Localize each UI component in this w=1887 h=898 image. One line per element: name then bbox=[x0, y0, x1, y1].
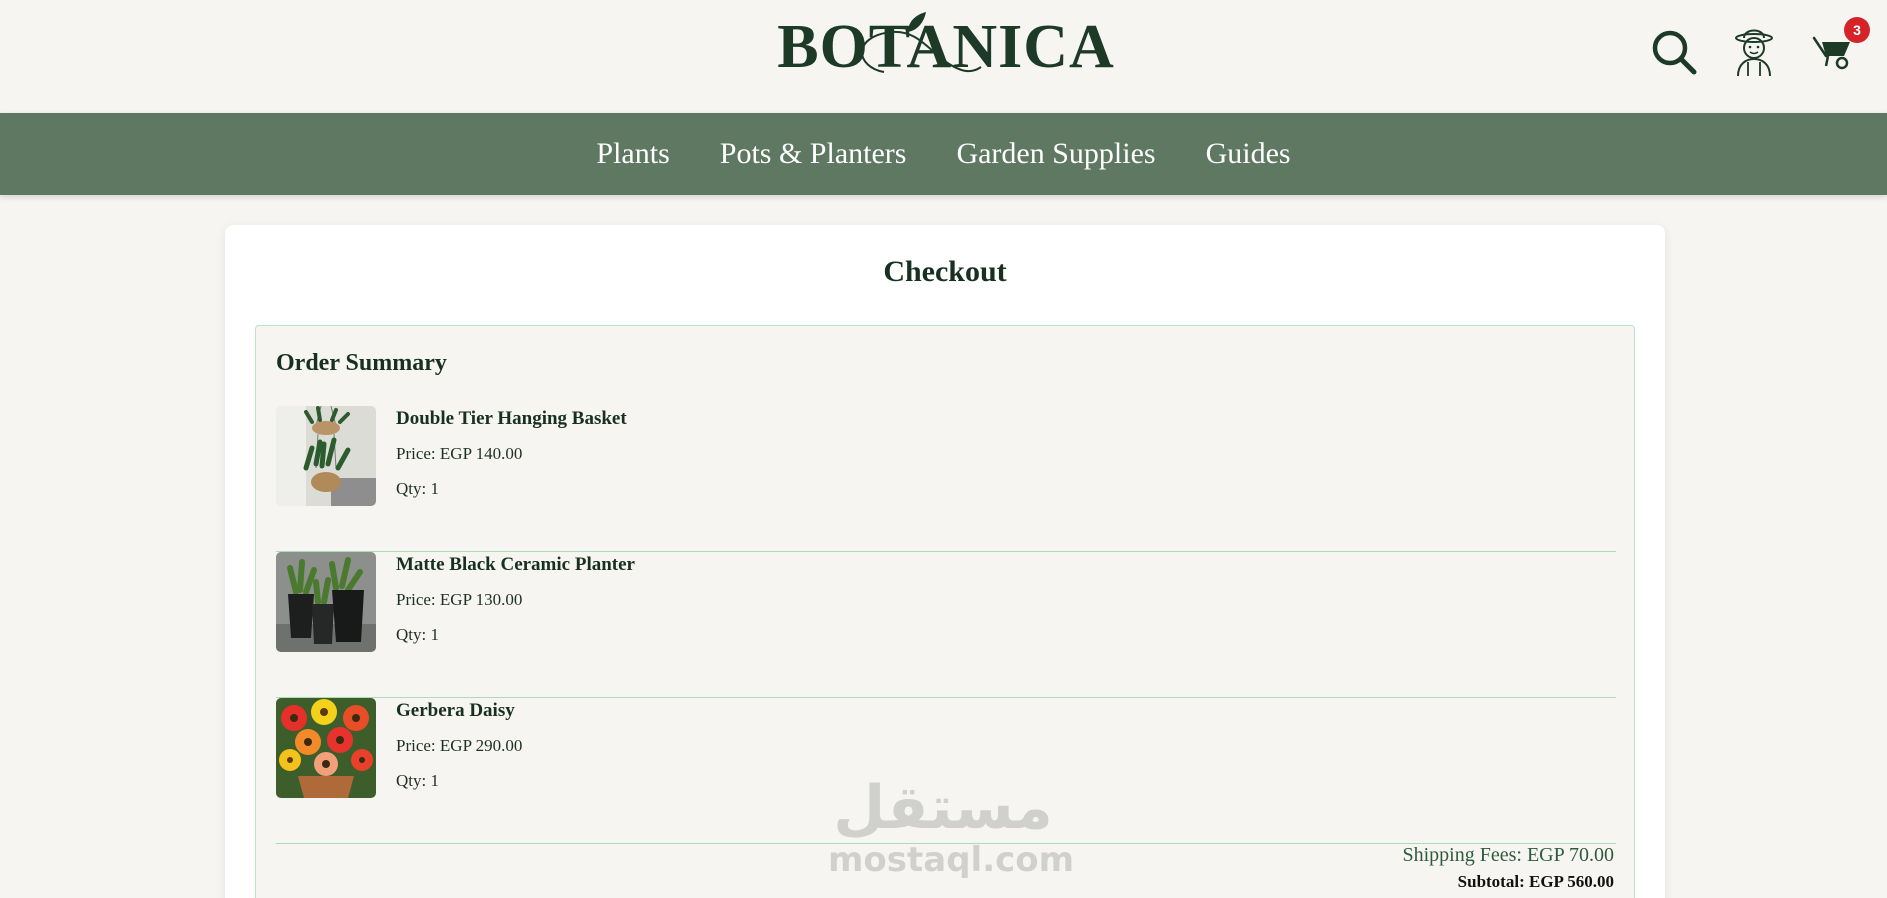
search-icon[interactable] bbox=[1646, 24, 1702, 80]
order-item: Gerbera Daisy Price: EGP 290.00 Qty: 1 bbox=[276, 698, 1616, 844]
item-qty: Qty: 1 bbox=[396, 479, 439, 498]
brand-logo[interactable]: BOTANICA bbox=[777, 12, 1114, 82]
item-name: Gerbera Daisy bbox=[396, 700, 515, 721]
brand-name: BOTANICA bbox=[777, 12, 1115, 81]
shipping-fees: Shipping Fees: EGP 70.00 bbox=[1402, 844, 1615, 866]
order-item: Matte Black Ceramic Planter Price: EGP 1… bbox=[276, 552, 1616, 698]
main-nav: Plants Pots & Planters Garden Supplies G… bbox=[0, 113, 1887, 195]
nav-item-guides[interactable]: Guides bbox=[1206, 137, 1291, 171]
nav-item-pots-planters[interactable]: Pots & Planters bbox=[720, 137, 907, 171]
item-name: Matte Black Ceramic Planter bbox=[396, 554, 635, 575]
cart-count-badge: 3 bbox=[1844, 17, 1870, 43]
order-item: Double Tier Hanging Basket Price: EGP 14… bbox=[276, 406, 1616, 552]
item-price: Price: EGP 290.00 bbox=[396, 736, 523, 755]
product-image-hanging-basket bbox=[276, 406, 376, 506]
page-title: Checkout bbox=[883, 255, 1007, 288]
subtotal: Subtotal: EGP 560.00 bbox=[1457, 872, 1614, 891]
order-summary-title: Order Summary bbox=[276, 350, 447, 376]
gardener-avatar-icon[interactable] bbox=[1726, 24, 1782, 80]
item-name: Double Tier Hanging Basket bbox=[396, 408, 627, 429]
item-price: Price: EGP 140.00 bbox=[396, 444, 523, 463]
nav-item-plants[interactable]: Plants bbox=[596, 137, 669, 171]
item-qty: Qty: 1 bbox=[396, 625, 439, 644]
checkout-card: Checkout Order Summary Double Tier Hangi… bbox=[225, 225, 1665, 898]
product-image-gerbera-daisy bbox=[276, 698, 376, 798]
nav-item-garden-supplies[interactable]: Garden Supplies bbox=[956, 137, 1155, 171]
site-header: BOTANICA 3 bbox=[0, 0, 1887, 113]
item-price: Price: EGP 130.00 bbox=[396, 590, 523, 609]
order-summary: Order Summary Double Tier Hanging Basket… bbox=[255, 325, 1635, 898]
product-image-ceramic-planter bbox=[276, 552, 376, 652]
item-qty: Qty: 1 bbox=[396, 771, 439, 790]
